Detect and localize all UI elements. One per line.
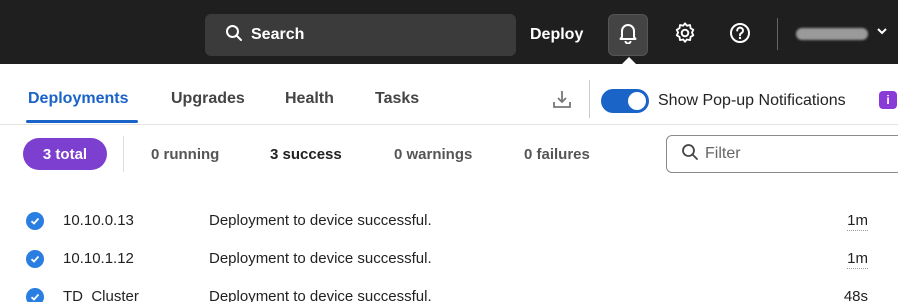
- user-menu[interactable]: [796, 28, 868, 40]
- divider: [589, 80, 590, 118]
- search-label: Search: [251, 26, 305, 43]
- filter-running[interactable]: 0 running: [151, 146, 219, 163]
- filter-warnings[interactable]: 0 warnings: [394, 146, 472, 163]
- tab-health[interactable]: Health: [285, 90, 334, 108]
- toggle-knob: [628, 92, 646, 110]
- download-icon[interactable]: [551, 88, 573, 115]
- notifications-button[interactable]: [608, 14, 648, 56]
- device-name: TD_Cluster: [63, 288, 139, 302]
- popup-notifications-toggle[interactable]: [601, 89, 649, 113]
- filter-failures[interactable]: 0 failures: [524, 146, 590, 163]
- filter-total-pill[interactable]: 3 total: [23, 138, 107, 170]
- popup-notifications-label: Show Pop-up Notifications: [658, 92, 846, 109]
- help-button[interactable]: [720, 14, 760, 56]
- bell-icon: [618, 22, 638, 49]
- help-icon: [729, 22, 751, 49]
- deployment-time: 48s: [843, 288, 868, 302]
- active-tab-indicator: [26, 120, 138, 123]
- deployment-message: Deployment to device successful.: [209, 250, 432, 267]
- settings-button[interactable]: [665, 14, 705, 56]
- chevron-down-icon[interactable]: [876, 24, 888, 42]
- deployment-time: 1m: [847, 250, 868, 269]
- divider: [0, 124, 898, 125]
- deployment-time: 1m: [847, 212, 868, 231]
- deployment-message: Deployment to device successful.: [209, 288, 432, 302]
- list-item: TD_Cluster Deployment to device successf…: [0, 283, 898, 302]
- tab-deployments[interactable]: Deployments: [28, 90, 128, 108]
- popover-arrow: [621, 57, 637, 65]
- filter-input[interactable]: [705, 145, 885, 163]
- deploy-button[interactable]: Deploy: [530, 14, 583, 56]
- check-circle-icon: [26, 250, 44, 268]
- search-icon: [225, 24, 243, 47]
- search-icon: [681, 143, 699, 166]
- info-icon[interactable]: i: [879, 91, 897, 109]
- check-circle-icon: [26, 212, 44, 230]
- device-name: 10.10.1.12: [63, 250, 134, 267]
- search-button[interactable]: Search: [205, 14, 516, 56]
- tab-upgrades[interactable]: Upgrades: [171, 90, 245, 108]
- deployment-message: Deployment to device successful.: [209, 212, 432, 229]
- check-circle-icon: [26, 288, 44, 302]
- divider: [777, 18, 778, 50]
- list-item: 10.10.0.13 Deployment to device successf…: [0, 207, 898, 237]
- tab-tasks[interactable]: Tasks: [375, 90, 419, 108]
- gear-icon: [674, 21, 696, 49]
- divider: [123, 136, 124, 172]
- filter-field[interactable]: [666, 135, 898, 173]
- device-name: 10.10.0.13: [63, 212, 134, 229]
- list-item: 10.10.1.12 Deployment to device successf…: [0, 245, 898, 275]
- filter-success[interactable]: 3 success: [270, 146, 342, 163]
- top-bar: Search Deploy: [0, 0, 898, 65]
